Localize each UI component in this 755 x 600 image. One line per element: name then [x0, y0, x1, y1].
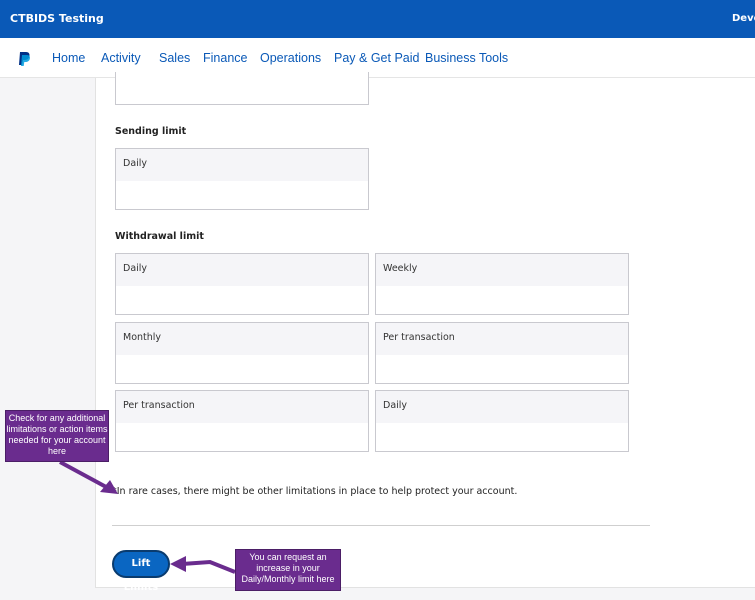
callout-additional-limitations: Check for any additional limitations or …	[5, 410, 109, 462]
arrow-to-button	[181, 559, 236, 574]
callout-request-increase: You can request an increase in your Dail…	[235, 549, 341, 591]
arrow-head-button	[170, 556, 186, 572]
arrow-to-note	[59, 460, 109, 490]
annotation-arrows	[59, 460, 236, 574]
